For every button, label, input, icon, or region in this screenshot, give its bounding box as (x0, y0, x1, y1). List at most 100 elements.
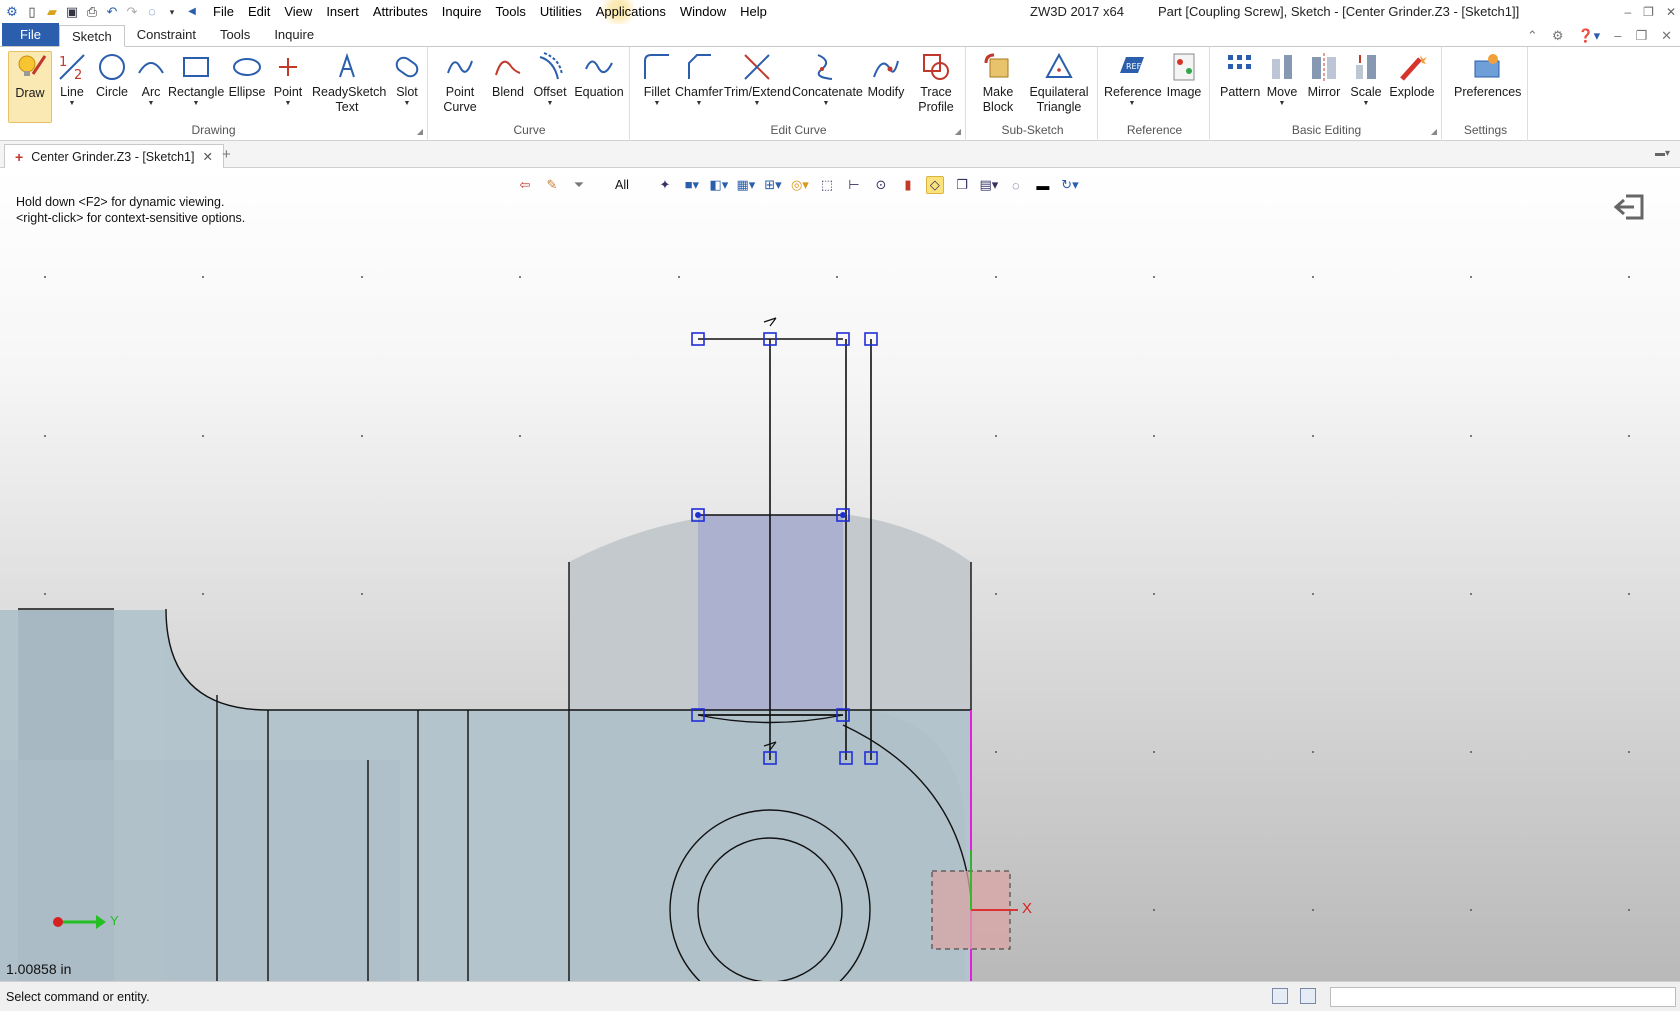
trim-extend-button[interactable]: Trim/Extend ▼ (724, 51, 791, 108)
color-palette-icon[interactable]: ▮ (899, 176, 917, 194)
help-icon[interactable]: ❓▾ (1577, 28, 1600, 44)
arc-button[interactable]: Arc ▼ (136, 51, 166, 108)
magic-wand-icon[interactable]: ✦ (656, 176, 674, 194)
tab-sketch[interactable]: Sketch (58, 25, 125, 47)
document-tab[interactable]: + Center Grinder.Z3 - [Sketch1] ✕ (4, 144, 224, 168)
rectangle-dropdown-icon[interactable]: ▼ (168, 100, 224, 108)
settings-gear-icon[interactable]: ⚙ (1552, 28, 1564, 44)
chamfer-dropdown-icon[interactable]: ▼ (674, 100, 724, 108)
zoom-fit-icon[interactable]: ⬚ (818, 176, 836, 194)
copy-icon[interactable]: ❐ (953, 176, 971, 194)
slot-button[interactable]: Slot ▼ (388, 51, 426, 108)
draw-button[interactable]: Draw (8, 51, 52, 123)
trace-profile-button[interactable]: Trace Profile (912, 51, 960, 115)
rectangle-button[interactable]: Rectangle ▼ (168, 51, 224, 108)
menu-insert[interactable]: Insert (319, 0, 366, 24)
basic-editing-launcher-icon[interactable]: ◢ (1431, 127, 1437, 136)
sketch-canvas[interactable] (0, 168, 1680, 981)
sketch-mode-icon[interactable]: ◇ (925, 176, 944, 194)
shaded-cube-icon[interactable]: ■▾ (683, 176, 701, 194)
menu-edit[interactable]: Edit (241, 0, 277, 24)
mirror-button[interactable]: Mirror (1304, 51, 1344, 100)
chamfer-button[interactable]: Chamfer ▼ (674, 51, 724, 108)
exit-icon[interactable]: ⇦ (516, 176, 534, 194)
reference-dropdown-icon[interactable]: ▼ (1104, 100, 1160, 108)
view-layout-icon[interactable]: ▦▾ (737, 176, 756, 194)
collapse-ribbon-icon[interactable]: ⌃ (1527, 28, 1538, 44)
minimize-icon[interactable]: – (1624, 5, 1631, 19)
exit-sketch-button[interactable] (1613, 192, 1646, 225)
line-button[interactable]: 1 2 Line ▼ (54, 51, 90, 108)
tab-list-dropdown-icon[interactable]: ▬▾ (1655, 148, 1670, 159)
tab-tools[interactable]: Tools (208, 24, 262, 46)
move-dropdown-icon[interactable]: ▼ (1264, 100, 1300, 108)
point-curve-button[interactable]: Point Curve (438, 51, 482, 115)
edit-curve-launcher-icon[interactable]: ◢ (955, 127, 961, 136)
doc-close-icon[interactable]: ✕ (1661, 28, 1672, 44)
preferences-button[interactable]: Preferences (1454, 51, 1521, 100)
dotted-circle-icon[interactable]: ◌ (1007, 176, 1025, 194)
slot-dropdown-icon[interactable]: ▼ (388, 100, 426, 108)
inquire-icon[interactable]: ⊙ (872, 176, 890, 194)
display-mode-icon[interactable]: ◧▾ (710, 176, 729, 194)
rotate-view-icon[interactable]: ◌ (144, 4, 160, 20)
command-input[interactable] (1330, 987, 1676, 1007)
make-block-button[interactable]: Make Block (976, 51, 1020, 115)
readysketch-text-button[interactable]: ReadySketch Text (312, 51, 386, 115)
offset-dropdown-icon[interactable]: ▼ (530, 100, 570, 108)
tab-constraint[interactable]: Constraint (125, 24, 208, 46)
print-icon[interactable]: ⎙ (84, 4, 100, 20)
eraser-icon[interactable]: ✎ (543, 176, 561, 194)
menu-tools[interactable]: Tools (489, 0, 533, 24)
doc-minimize-icon[interactable]: – (1614, 28, 1621, 43)
trim-extend-dropdown-icon[interactable]: ▼ (724, 100, 790, 108)
open-folder-icon[interactable]: ▰ (44, 4, 60, 20)
menu-applications[interactable]: Applications (588, 0, 673, 24)
drawing-launcher-icon[interactable]: ◢ (417, 127, 423, 136)
pattern-button[interactable]: Pattern (1220, 51, 1260, 100)
dimension-icon[interactable]: ⊢ (845, 176, 863, 194)
rotate-icon[interactable]: ↻▾ (1061, 176, 1079, 194)
undo-icon[interactable]: ↶ (104, 4, 120, 20)
menu-inquire[interactable]: Inquire (435, 0, 489, 24)
blend-button[interactable]: Blend (488, 51, 528, 100)
scale-dropdown-icon[interactable]: ▼ (1348, 100, 1384, 108)
explode-button[interactable]: Explode (1388, 51, 1436, 100)
image-button[interactable]: Image (1164, 51, 1204, 100)
fillet-button[interactable]: Fillet ▼ (638, 51, 676, 108)
modify-button[interactable]: Modify (864, 51, 908, 100)
fillet-dropdown-icon[interactable]: ▼ (638, 100, 676, 108)
menu-utilities[interactable]: Utilities (533, 0, 589, 24)
point-button[interactable]: Point ▼ (270, 51, 306, 108)
qat-dropdown-icon[interactable]: ▾ (164, 4, 180, 20)
collapse-arrow-icon[interactable]: ◀ (184, 4, 200, 20)
ellipse-button[interactable]: Ellipse (228, 51, 266, 100)
scale-button[interactable]: Scale ▼ (1348, 51, 1384, 108)
close-icon[interactable]: ✕ (1666, 5, 1676, 19)
graphics-viewport[interactable]: X Y Hold down <F2> for dynamic viewing. … (0, 168, 1680, 981)
offset-button[interactable]: Offset ▼ (530, 51, 570, 108)
concatenate-button[interactable]: Concatenate ▼ (792, 51, 863, 108)
concatenate-dropdown-icon[interactable]: ▼ (792, 100, 860, 108)
new-tab-icon[interactable]: + (222, 146, 231, 163)
grid-icon[interactable]: ⊞▾ (764, 176, 782, 194)
menu-window[interactable]: Window (673, 0, 733, 24)
equilateral-triangle-button[interactable]: Equilateral Triangle (1024, 51, 1094, 115)
line-style-icon[interactable]: ▬ (1034, 176, 1052, 194)
menu-help[interactable]: Help (733, 0, 774, 24)
status-panel-icon[interactable] (1272, 988, 1288, 1004)
snap-icon[interactable]: ◎▾ (791, 176, 809, 194)
menu-attributes[interactable]: Attributes (366, 0, 435, 24)
menu-file[interactable]: File (206, 0, 241, 24)
equation-button[interactable]: Equation (572, 51, 626, 100)
point-dropdown-icon[interactable]: ▼ (270, 100, 306, 108)
close-tab-icon[interactable]: ✕ (202, 149, 212, 164)
save-icon[interactable]: ▣ (64, 4, 80, 20)
line-dropdown-icon[interactable]: ▼ (54, 100, 90, 108)
tab-file[interactable]: File (2, 23, 59, 46)
tab-inquire[interactable]: Inquire (262, 24, 326, 46)
menu-view[interactable]: View (277, 0, 319, 24)
reference-button[interactable]: REF Reference ▼ (1104, 51, 1162, 108)
arc-dropdown-icon[interactable]: ▼ (136, 100, 166, 108)
redo-icon[interactable]: ↷ (124, 4, 140, 20)
